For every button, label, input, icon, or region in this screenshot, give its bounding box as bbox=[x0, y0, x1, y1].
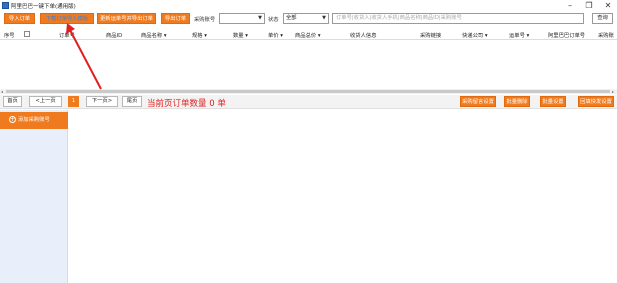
purchase-account-select[interactable]: ▼ bbox=[219, 13, 265, 24]
col-purchase-link[interactable]: 采购链接 bbox=[420, 31, 441, 39]
col-product-name[interactable]: 商品名称 ▾ bbox=[141, 31, 167, 39]
add-purchase-account-button[interactable]: + 添加采购账号 bbox=[0, 112, 68, 129]
col-quantity[interactable]: 数量 ▾ bbox=[233, 31, 248, 39]
purchase-message-settings-button[interactable]: 采购留言设置 bbox=[460, 96, 496, 107]
col-courier[interactable]: 快递公司 ▾ bbox=[462, 31, 488, 39]
col-unit-price[interactable]: 单价 ▾ bbox=[268, 31, 283, 39]
annotation-arrow bbox=[66, 23, 102, 90]
table-header: 序号 订单号 商品ID 商品名称 ▾ 规格 ▾ 数量 ▾ 单价 ▾ 商品总价 ▾… bbox=[0, 28, 617, 40]
sort-arrow-icon: ▾ bbox=[526, 33, 530, 39]
current-page-button[interactable]: 1 bbox=[68, 96, 79, 107]
col-total-price[interactable]: 商品总价 ▾ bbox=[295, 31, 321, 39]
pagination-bar: 首页 <上一页 1 下一页> 尾页 当前页订单数量 0 单 采购留言设置 批量删… bbox=[0, 95, 617, 109]
sort-arrow-icon: ▾ bbox=[484, 33, 488, 39]
window-title: 阿里巴巴一键下单(通用版) bbox=[11, 4, 76, 10]
horizontal-scrollbar[interactable]: ◂ ▸ bbox=[0, 89, 617, 94]
batch-delete-button[interactable]: 批量删除 bbox=[504, 96, 530, 107]
plus-circle-icon: + bbox=[9, 116, 16, 123]
col-index[interactable]: 序号 bbox=[4, 31, 15, 39]
download-template-button[interactable]: 下载订单导入模板 bbox=[40, 13, 94, 24]
status-label: 状态 bbox=[268, 17, 279, 23]
status-value: 全部 bbox=[286, 15, 297, 21]
select-all-checkbox[interactable] bbox=[24, 31, 30, 37]
minimize-button[interactable]: – bbox=[561, 0, 579, 11]
col-purchase-account[interactable]: 采购账 bbox=[598, 31, 614, 39]
scroll-left-icon[interactable]: ◂ bbox=[1, 89, 3, 94]
export-orders-button[interactable]: 导出订单 bbox=[161, 13, 190, 24]
batch-settings-button[interactable]: 批量设置 bbox=[540, 96, 566, 107]
sort-arrow-icon: ▾ bbox=[245, 33, 248, 39]
backfill-settings-button[interactable]: 回填快发设置 bbox=[578, 96, 614, 107]
search-input[interactable]: 订单号|收货人|收货人手机|商品名称|商品ID|采购账号 bbox=[332, 13, 584, 24]
add-purchase-account-label: 添加采购账号 bbox=[18, 117, 50, 123]
col-product-id[interactable]: 商品ID bbox=[106, 31, 122, 39]
first-page-button[interactable]: 首页 bbox=[3, 96, 22, 107]
update-tracking-export-button[interactable]: 更新运单号并导出订单 bbox=[97, 13, 156, 24]
status-select[interactable]: 全部 ▼ bbox=[283, 13, 329, 24]
app-icon bbox=[2, 2, 9, 9]
chevron-down-icon: ▼ bbox=[258, 15, 262, 21]
next-page-button[interactable]: 下一页> bbox=[86, 96, 118, 107]
col-tracking-no[interactable]: 运单号 ▾ bbox=[509, 31, 529, 39]
query-button[interactable]: 查询 bbox=[592, 13, 613, 24]
last-page-button[interactable]: 尾页 bbox=[122, 96, 142, 107]
sort-arrow-icon: ▾ bbox=[204, 33, 207, 39]
import-orders-button[interactable]: 导入订单 bbox=[4, 13, 35, 24]
col-spec[interactable]: 规格 ▾ bbox=[192, 31, 207, 39]
sort-arrow-icon: ▾ bbox=[317, 33, 321, 39]
scrollbar-thumb[interactable] bbox=[6, 90, 610, 93]
col-alibaba-order-no[interactable]: 阿里巴巴订单号 bbox=[548, 31, 585, 39]
purchase-account-label: 采购账号 bbox=[194, 17, 216, 23]
sort-arrow-icon: ▾ bbox=[163, 33, 167, 39]
maximize-button[interactable]: ❐ bbox=[580, 0, 598, 11]
scroll-right-icon[interactable]: ▸ bbox=[612, 89, 614, 94]
account-sidebar: + 添加采购账号 bbox=[0, 110, 68, 283]
title-bar: 阿里巴巴一键下单(通用版) – ❐ ✕ bbox=[0, 0, 617, 11]
sort-arrow-icon: ▾ bbox=[280, 33, 283, 39]
prev-page-button[interactable]: <上一页 bbox=[29, 96, 62, 107]
chevron-down-icon: ▼ bbox=[322, 15, 326, 21]
close-button[interactable]: ✕ bbox=[599, 0, 617, 11]
col-receiver-info[interactable]: 收货人信息 bbox=[350, 31, 377, 39]
page-order-count: 当前页订单数量 0 单 bbox=[147, 99, 226, 109]
toolbar: 导入订单 下载订单导入模板 更新运单号并导出订单 导出订单 采购账号 ▼ 状态 … bbox=[0, 12, 617, 26]
col-order-no[interactable]: 订单号 bbox=[59, 31, 75, 39]
